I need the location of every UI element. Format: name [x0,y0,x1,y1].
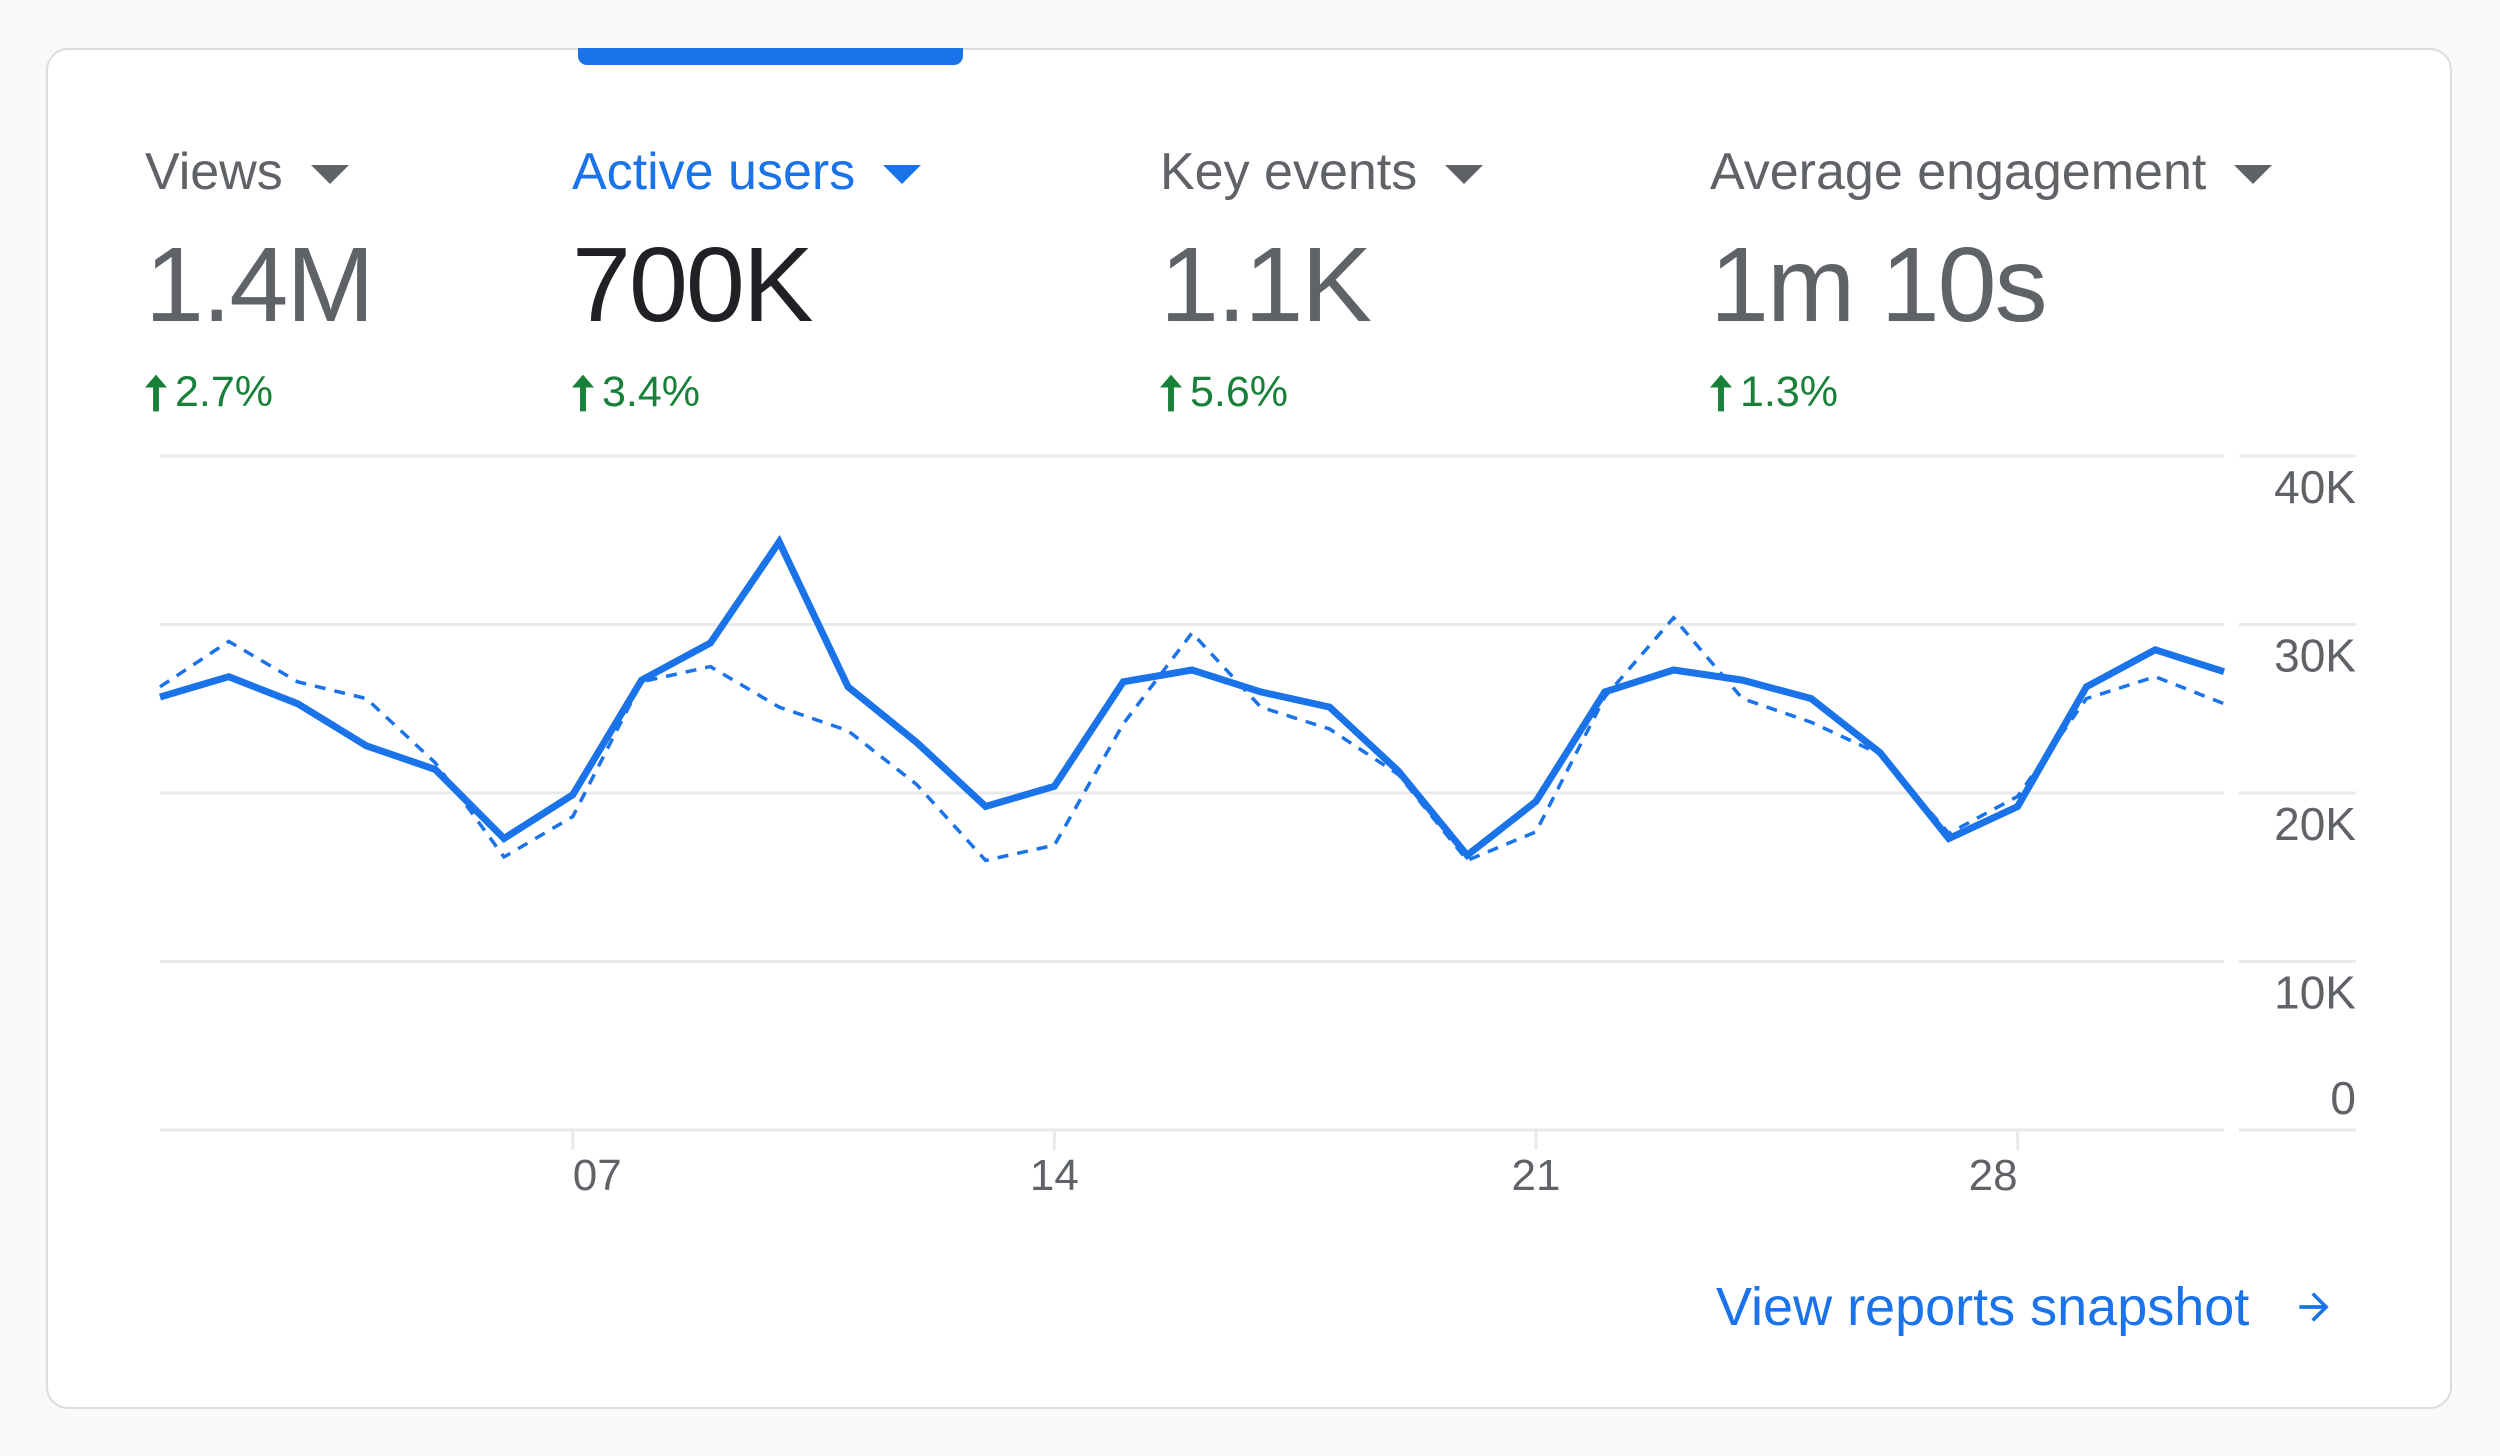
y-tick-label: 0 [2330,1072,2356,1124]
view-reports-snapshot-link[interactable]: View reports snapshot [1716,1276,2339,1338]
y-tick-label: 20K [2274,798,2356,850]
x-axis: 07 14 21 28 [571,1130,2020,1200]
x-tick-label: 07 [573,1151,622,1200]
arrow-right-icon [2299,1292,2329,1322]
x-tick-label: 21 [1512,1151,1561,1200]
view-reports-snapshot-label: View reports snapshot [1716,1277,2250,1337]
series-group [159,534,2226,863]
x-tick-label: 28 [1969,1151,2018,1200]
y-tick-label: 40K [2274,461,2356,513]
y-tick-label: 10K [2274,967,2356,1019]
line-chart: 40K 30K 20K 10K 0 07 14 21 28 [159,454,2356,1200]
y-tick-label: 30K [2274,630,2356,682]
x-tick-label: 14 [1030,1151,1079,1200]
series-line-previous-period [159,615,2225,863]
series-line-current-period [159,534,2226,861]
